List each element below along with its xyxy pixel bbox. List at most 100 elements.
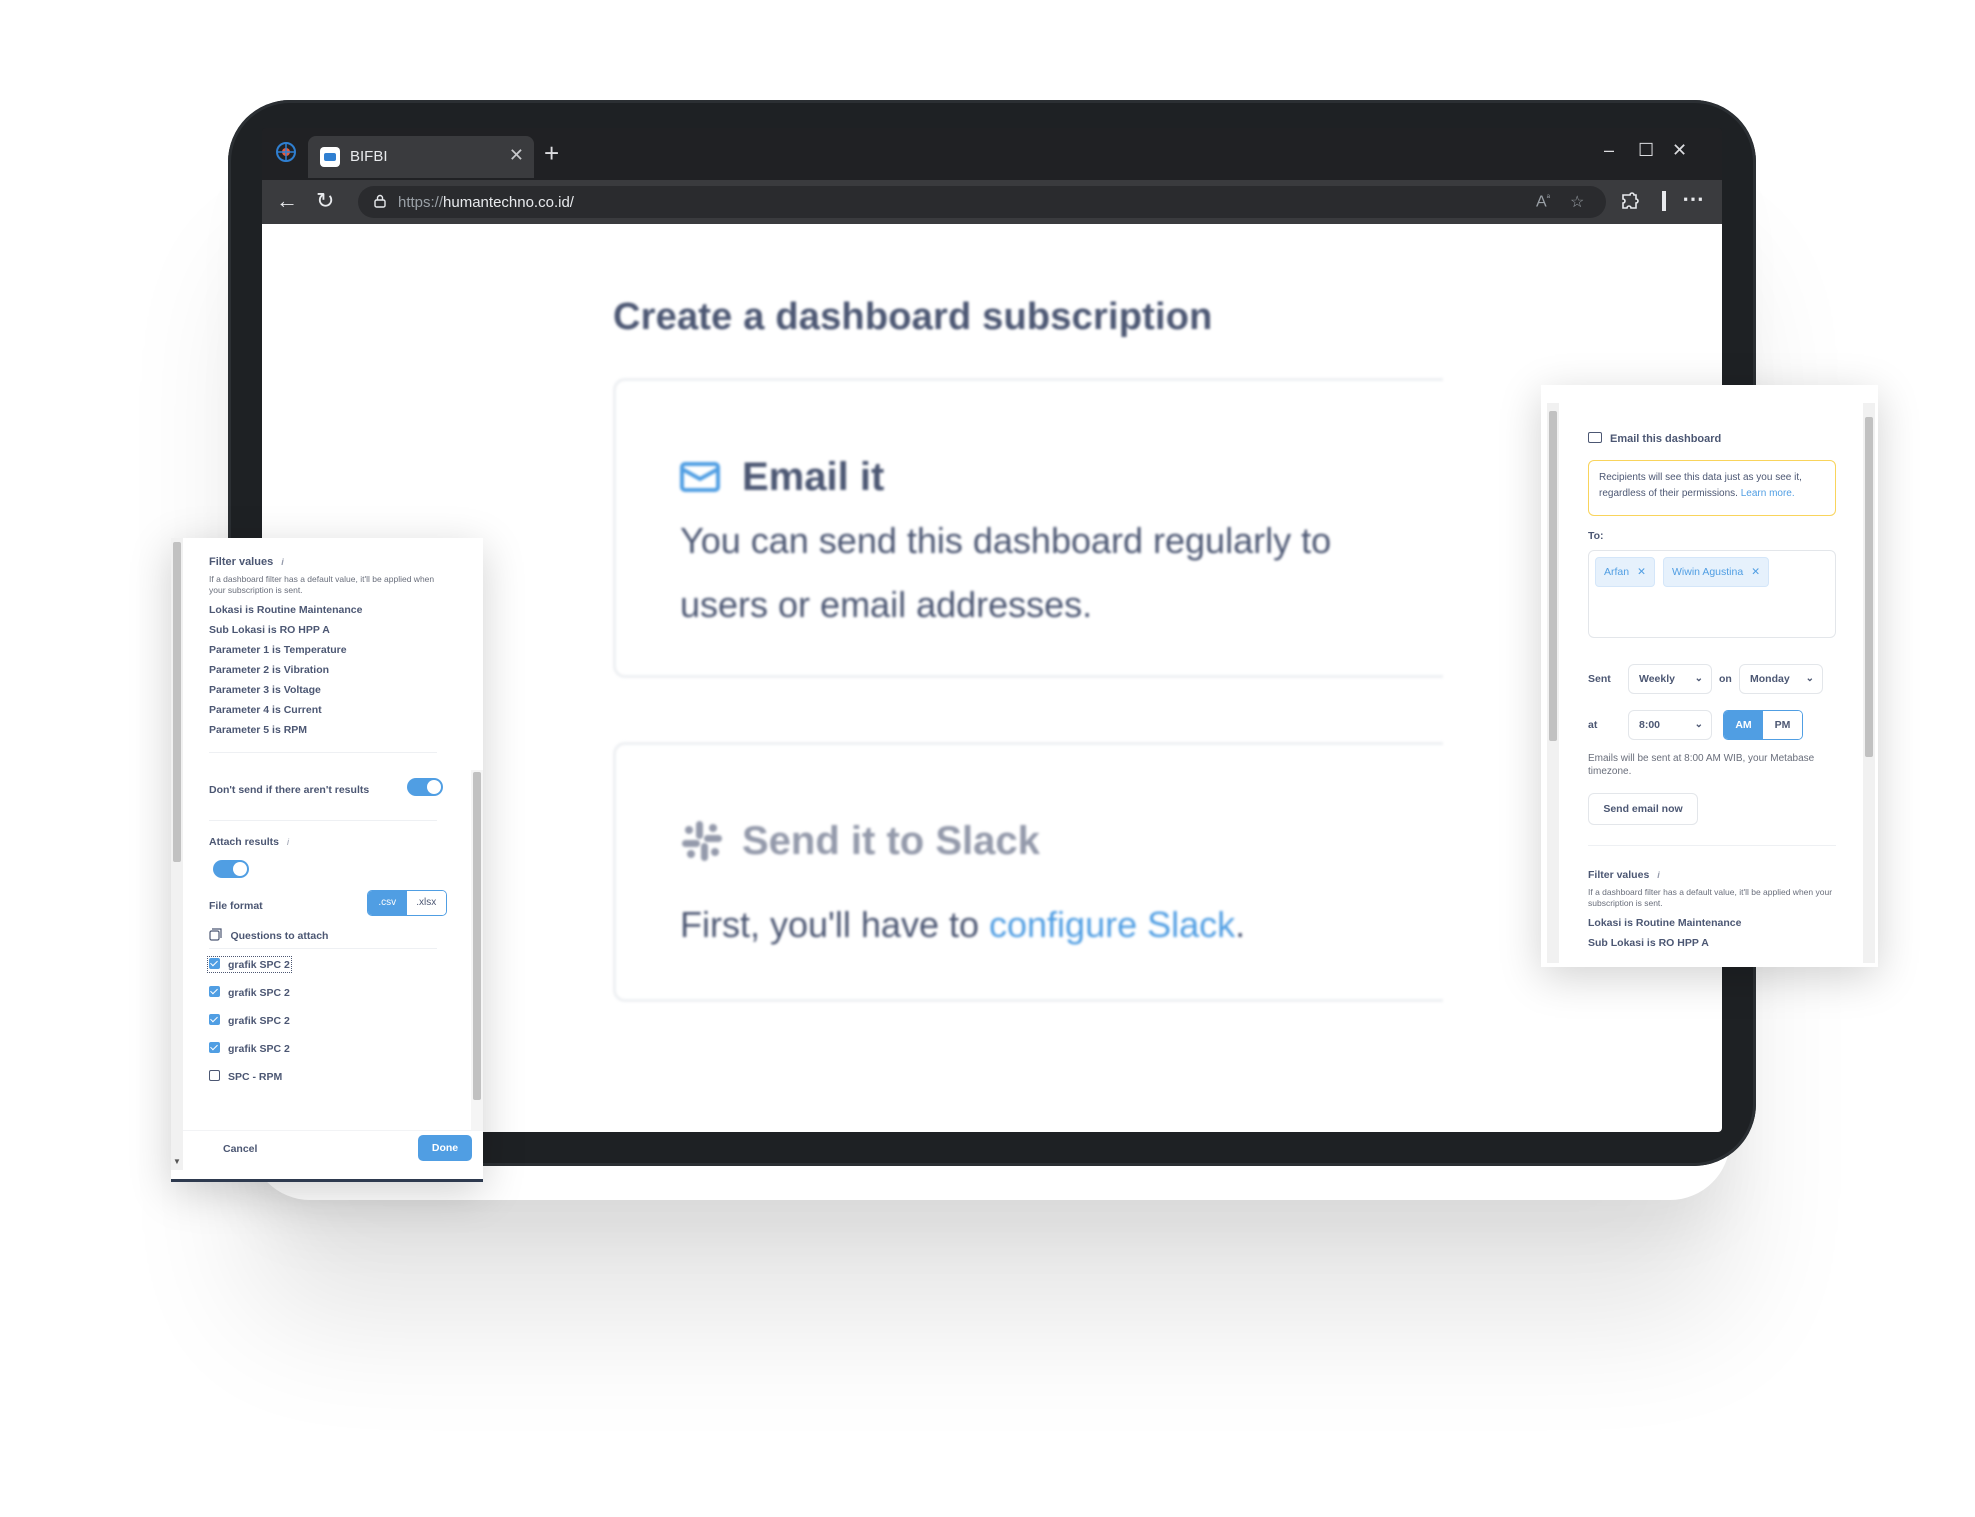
slack-card-title: Send it to Slack: [742, 819, 1040, 863]
filter-item: Lokasi is Routine Maintenance: [1588, 917, 1742, 929]
nav-bar: ← ↻ https://humantechno.co.id/ Aᵃ ☆ ⋯: [262, 180, 1722, 224]
email-card-title: Email it: [742, 455, 885, 499]
divider: [209, 752, 437, 753]
read-aloud-icon[interactable]: Aᵃ: [1536, 192, 1550, 211]
sent-label: Sent: [1588, 673, 1611, 685]
tab-title: BIFBI: [350, 148, 388, 165]
remove-chip-icon[interactable]: ✕: [1637, 566, 1646, 578]
scrollbar-thumb[interactable]: [1865, 417, 1873, 757]
reload-icon[interactable]: ↻: [316, 188, 334, 214]
email-card-description: You can send this dashboard regularly to…: [680, 520, 1332, 625]
recipients-input[interactable]: Arfan ✕ Wiwin Agustina ✕: [1588, 550, 1836, 638]
filter-values-label: Filter values i: [209, 556, 284, 568]
frequency-select[interactable]: Weekly ⌄: [1628, 664, 1712, 694]
question-checkbox-row[interactable]: grafik SPC 2: [209, 1014, 290, 1027]
scrollbar-thumb[interactable]: [473, 772, 481, 1100]
page-title: Create a dashboard subscription: [613, 296, 1213, 338]
filter-help-text: If a dashboard filter has a default valu…: [209, 574, 435, 595]
slack-card-description: First, you'll have to configure Slack.: [680, 904, 1246, 945]
minimize-button[interactable]: –: [1604, 140, 1614, 161]
checkbox-checked[interactable]: [209, 1014, 220, 1025]
learn-more-link[interactable]: Learn more.: [1741, 488, 1795, 499]
new-tab-button[interactable]: +: [544, 138, 559, 169]
format-csv-option[interactable]: .csv: [368, 891, 407, 915]
divider: [209, 948, 437, 949]
inner-scrollbar[interactable]: [1863, 403, 1875, 963]
email-option-card[interactable]: Email it You can send this dashboard reg…: [613, 378, 1443, 678]
pm-option[interactable]: PM: [1763, 711, 1802, 739]
email-panel-header: Email this dashboard: [1588, 429, 1838, 447]
divider: [209, 820, 437, 821]
question-checkbox-row[interactable]: grafik SPC 2: [209, 986, 290, 999]
am-option[interactable]: AM: [1724, 711, 1763, 739]
configure-slack-link[interactable]: configure Slack: [989, 904, 1235, 945]
browser-tab[interactable]: BIFBI ✕: [308, 136, 534, 178]
done-button[interactable]: Done: [418, 1135, 472, 1161]
permissions-warning: Recipients will see this data just as yo…: [1588, 460, 1836, 516]
dont-send-label: Don't send if there aren't results: [209, 784, 370, 796]
checkbox-checked[interactable]: [209, 986, 220, 997]
maximize-button[interactable]: ☐: [1638, 140, 1654, 161]
divider: [1588, 845, 1836, 846]
favicon-icon: [320, 147, 340, 167]
attach-results-row: Attach results i: [209, 832, 289, 850]
panel-footer: Cancel Done: [183, 1130, 483, 1170]
checkbox-unchecked[interactable]: [209, 1070, 220, 1081]
checkbox-checked[interactable]: [209, 1042, 220, 1053]
send-email-now-button[interactable]: Send email now: [1588, 793, 1698, 825]
question-checkbox-row[interactable]: SPC - RPM: [209, 1070, 282, 1083]
scrollbar-thumb[interactable]: [173, 542, 181, 862]
file-format-selector: .csv .xlsx: [367, 890, 447, 916]
checkbox-checked[interactable]: [209, 958, 220, 969]
scroll-down-arrow[interactable]: ▼: [173, 1157, 181, 1166]
timezone-note: Emails will be sent at 8:00 AM WIB, your…: [1588, 753, 1815, 777]
outer-scrollbar[interactable]: ▼: [171, 538, 183, 1170]
info-icon[interactable]: i: [1657, 870, 1660, 880]
info-icon[interactable]: i: [287, 837, 289, 847]
slack-option-card[interactable]: Send it to Slack First, you'll have to c…: [613, 742, 1443, 1002]
cancel-button[interactable]: Cancel: [223, 1143, 257, 1155]
address-bar[interactable]: https://humantechno.co.id/ Aᵃ ☆: [358, 186, 1606, 218]
star-icon[interactable]: ☆: [1570, 192, 1584, 212]
recipient-chip[interactable]: Arfan ✕: [1595, 557, 1655, 587]
outer-scrollbar[interactable]: [1547, 403, 1559, 963]
attach-results-toggle[interactable]: [213, 860, 249, 878]
on-label: on: [1719, 673, 1732, 685]
app-logo-icon[interactable]: [274, 140, 298, 164]
filter-item: Parameter 5 is RPM: [209, 724, 308, 736]
remove-chip-icon[interactable]: ✕: [1751, 566, 1760, 578]
dont-send-row: Don't send if there aren't results: [209, 780, 369, 798]
filter-item: Sub Lokasi is RO HPP A: [209, 624, 330, 636]
back-icon[interactable]: ←: [276, 188, 298, 214]
email-panel-title: Email this dashboard: [1610, 433, 1722, 445]
questions-label: Questions to attach: [230, 930, 329, 942]
url-text: https://humantechno.co.id/: [398, 194, 574, 211]
format-xlsx-option[interactable]: .xlsx: [406, 891, 446, 915]
to-label: To:: [1588, 530, 1604, 542]
tab-bar: BIFBI ✕ + – ☐ ✕: [262, 128, 1722, 180]
filter-item: Sub Lokasi is RO HPP A: [1588, 937, 1709, 949]
dont-send-toggle[interactable]: [407, 778, 443, 796]
question-checkbox-row[interactable]: grafik SPC 2: [209, 1042, 290, 1055]
extensions-icon[interactable]: [1620, 192, 1640, 212]
recipient-chip[interactable]: Wiwin Agustina ✕: [1663, 557, 1770, 587]
filter-item: Parameter 2 is Vibration: [209, 664, 330, 676]
attach-results-label: Attach results: [209, 836, 280, 848]
profile-divider: [1662, 191, 1666, 211]
time-select[interactable]: 8:00 ⌄: [1628, 710, 1712, 740]
mail-icon: [680, 462, 720, 492]
chevron-down-icon: ⌄: [1805, 673, 1814, 684]
close-icon[interactable]: ✕: [509, 145, 524, 166]
filter-values-section: Filter values i If a dashboard filter has…: [1588, 869, 1838, 949]
day-select[interactable]: Monday ⌄: [1739, 664, 1823, 694]
question-checkbox-row[interactable]: grafik SPC 2: [207, 956, 292, 973]
scrollbar-thumb[interactable]: [1549, 411, 1557, 741]
inner-scrollbar[interactable]: [471, 770, 483, 1130]
close-window-button[interactable]: ✕: [1672, 140, 1687, 161]
info-icon[interactable]: i: [281, 557, 284, 567]
mail-icon: [1588, 432, 1602, 443]
filter-item: Lokasi is Routine Maintenance: [209, 604, 363, 616]
am-pm-toggle: AM PM: [1723, 710, 1803, 740]
file-format-label: File format: [209, 900, 263, 912]
more-icon[interactable]: ⋯: [1682, 186, 1704, 212]
